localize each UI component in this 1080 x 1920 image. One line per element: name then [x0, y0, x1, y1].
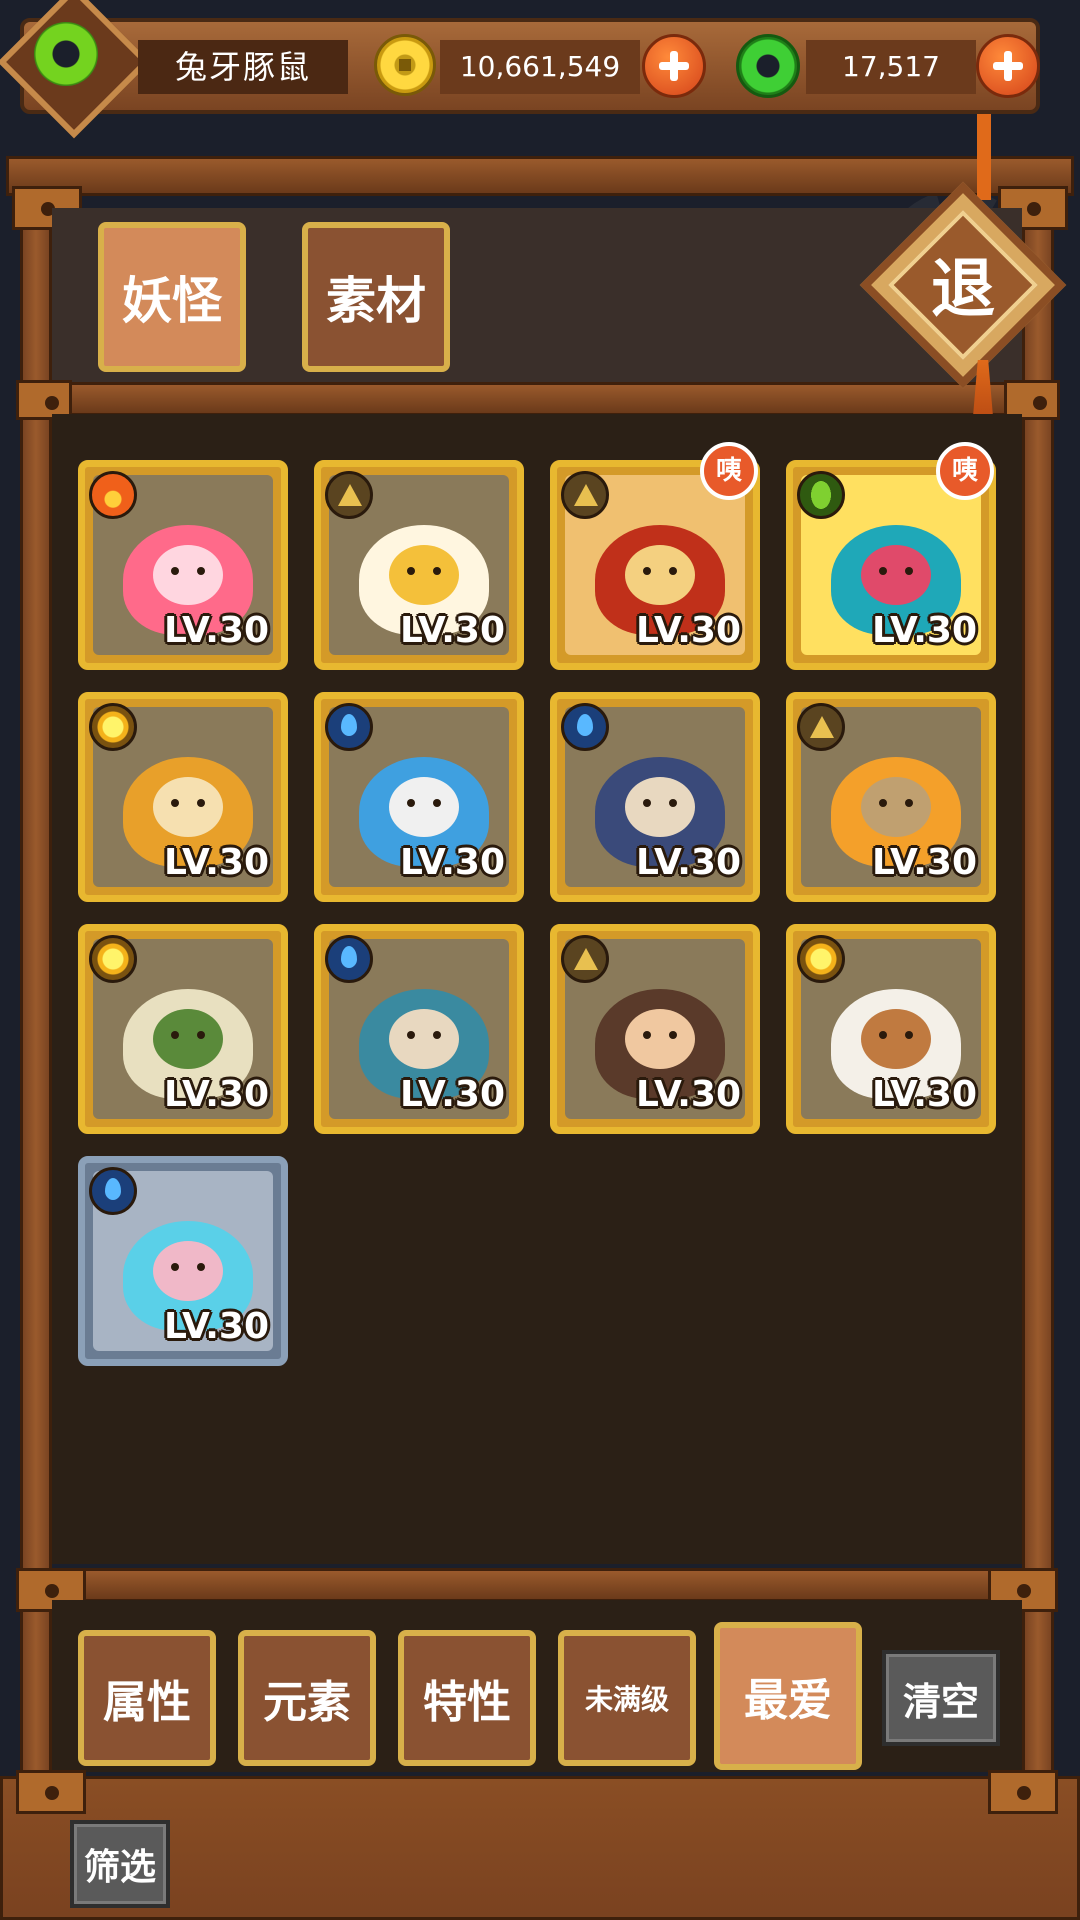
- player-name: 兔牙豚鼠: [138, 40, 348, 94]
- earth-icon: [561, 471, 609, 519]
- filter-label: 特性: [423, 1677, 511, 1728]
- filter-label: 元素: [263, 1677, 351, 1728]
- monster-card[interactable]: LV.30: [550, 692, 760, 902]
- monster-card[interactable]: LV.30: [78, 924, 288, 1134]
- monster-card[interactable]: LV.30: [78, 692, 288, 902]
- frame-bolt: [988, 1770, 1058, 1814]
- jade-count: 17,517: [806, 40, 976, 94]
- exit-label[interactable]: 退: [913, 250, 1013, 330]
- sun-icon: [797, 935, 845, 983]
- filter-button[interactable]: 未满级: [558, 1630, 696, 1766]
- filter-button[interactable]: 元素: [238, 1630, 376, 1766]
- monster-card[interactable]: LV.30: [786, 692, 996, 902]
- new-badge: 咦: [700, 442, 758, 500]
- level-label: LV.30: [872, 1074, 977, 1115]
- level-label: LV.30: [164, 842, 269, 883]
- level-label: LV.30: [164, 1074, 269, 1115]
- frame-middle-beam: [20, 382, 1054, 416]
- filter-button[interactable]: 最爱: [714, 1622, 862, 1770]
- monster-card[interactable]: LV.30: [314, 924, 524, 1134]
- leaf-icon: [797, 471, 845, 519]
- monster-card[interactable]: LV.30: [78, 460, 288, 670]
- frame-bolt: [16, 1770, 86, 1814]
- earth-icon: [561, 935, 609, 983]
- earth-icon: [797, 703, 845, 751]
- monster-card[interactable]: LV.30: [786, 924, 996, 1134]
- gold-coin-icon: [374, 34, 436, 96]
- fire-icon: [89, 471, 137, 519]
- tab-yaoguai[interactable]: 妖怪: [98, 222, 246, 372]
- frame-right-post: [1022, 196, 1054, 1796]
- monster-card[interactable]: LV.30: [550, 924, 760, 1134]
- water-icon: [325, 935, 373, 983]
- level-label: LV.30: [164, 610, 269, 651]
- tab-label: 妖怪: [122, 272, 222, 330]
- level-label: LV.30: [400, 610, 505, 651]
- filter-toggle-label: 筛选: [83, 1847, 156, 1888]
- clear-button[interactable]: 清空: [882, 1650, 1000, 1746]
- water-icon: [89, 1167, 137, 1215]
- level-label: LV.30: [636, 1074, 741, 1115]
- monster-card[interactable]: LV.30: [78, 1156, 288, 1366]
- level-label: LV.30: [872, 842, 977, 883]
- water-icon: [561, 703, 609, 751]
- sun-icon: [89, 935, 137, 983]
- monster-card[interactable]: LV.30: [314, 460, 524, 670]
- exit-sign-cord: [977, 114, 991, 200]
- jade-currency-icon: [736, 34, 800, 98]
- frame-top-beam: [6, 156, 1074, 196]
- jade-avatar-icon: [34, 22, 98, 86]
- earth-icon: [325, 471, 373, 519]
- level-label: LV.30: [400, 1074, 505, 1115]
- add-coins-button[interactable]: [642, 34, 706, 98]
- coin-count: 10,661,549: [440, 40, 640, 94]
- level-label: LV.30: [400, 842, 505, 883]
- filter-button[interactable]: 属性: [78, 1630, 216, 1766]
- level-label: LV.30: [164, 1306, 269, 1347]
- level-label: LV.30: [872, 610, 977, 651]
- new-badge: 咦: [936, 442, 994, 500]
- filter-label: 属性: [103, 1677, 191, 1728]
- add-jade-button[interactable]: [976, 34, 1040, 98]
- level-label: LV.30: [636, 842, 741, 883]
- frame-left-post: [20, 196, 52, 1796]
- tab-label: 素材: [326, 272, 426, 330]
- frame-lower-beam: [20, 1568, 1054, 1602]
- filter-label: 最爱: [744, 1675, 832, 1726]
- filter-label: 未满级: [584, 1683, 669, 1716]
- level-label: LV.30: [636, 610, 741, 651]
- filter-toggle-button[interactable]: 筛选: [70, 1820, 170, 1908]
- water-icon: [325, 703, 373, 751]
- clear-label: 清空: [902, 1679, 979, 1724]
- sun-icon: [89, 703, 137, 751]
- tab-sucai[interactable]: 素材: [302, 222, 450, 372]
- monster-card[interactable]: LV.30: [314, 692, 524, 902]
- filter-button[interactable]: 特性: [398, 1630, 536, 1766]
